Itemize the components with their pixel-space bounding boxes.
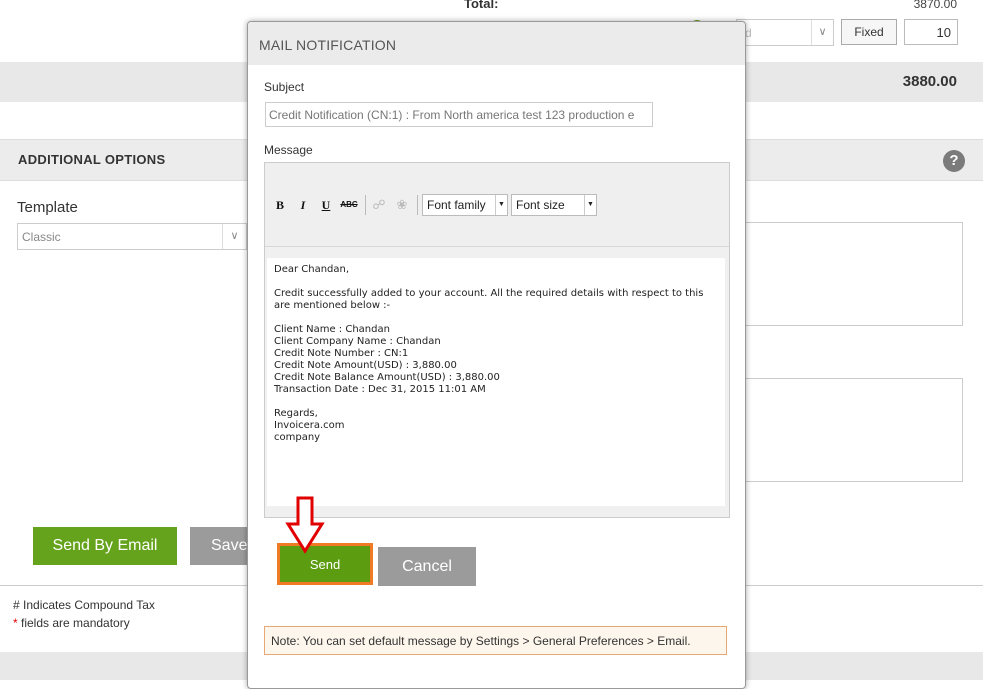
sender-site-line: Invoicera.com — [274, 420, 345, 431]
grand-total-value: 3880.00 — [902, 73, 957, 90]
help-icon[interactable]: ? — [943, 150, 965, 172]
credit-note-balance-line: Credit Note Balance Amount(USD) : 3,880.… — [274, 372, 500, 383]
intro-paragraph: Credit successfully added to your accoun… — [274, 288, 707, 311]
cancel-button[interactable]: Cancel — [378, 547, 476, 586]
mandatory-fields-text: fields are mandatory — [17, 616, 130, 630]
subject-label: Subject — [264, 80, 305, 94]
total-value: 3870.00 — [913, 0, 957, 11]
sender-company-line: company — [274, 432, 321, 443]
toolbar-separator — [365, 195, 366, 215]
credit-note-amount-line: Credit Note Amount(USD) : 3,880.00 — [274, 360, 457, 371]
chevron-down-icon: ▼ — [584, 195, 596, 215]
regards-line: Regards, — [274, 408, 318, 419]
discount-type-value: d — [745, 26, 752, 40]
font-family-label: Font family — [427, 198, 486, 212]
message-body[interactable]: Dear Chandan, Credit successfully added … — [267, 258, 725, 506]
message-label: Message — [264, 143, 313, 157]
font-size-select[interactable]: Font size ▼ — [511, 194, 597, 216]
compound-tax-note: # Indicates Compound Tax — [13, 598, 155, 612]
total-label: Total: — [464, 0, 499, 11]
transaction-date-line: Transaction Date : Dec 31, 2015 11:01 AM — [274, 384, 486, 395]
terms-textarea[interactable] — [745, 378, 963, 482]
discount-amount-input[interactable] — [904, 19, 958, 45]
down-arrow-annotation-icon — [285, 496, 325, 554]
greeting-line: Dear Chandan, — [274, 264, 350, 275]
notes-textarea[interactable] — [745, 222, 963, 326]
credit-note-number-line: Credit Note Number : CN:1 — [274, 348, 409, 359]
editor-toolbar: B I U ABC ☍ ❀ Font family ▼ Font size ▼ — [265, 163, 729, 247]
toolbar-separator — [417, 195, 418, 215]
modal-header: MAIL NOTIFICATION — [248, 22, 745, 65]
message-editor: B I U ABC ☍ ❀ Font family ▼ Font size ▼ … — [264, 162, 730, 518]
font-family-select[interactable]: Font family ▼ — [422, 194, 508, 216]
template-value: Classic — [22, 230, 61, 244]
subject-input[interactable] — [265, 102, 653, 127]
client-company-line: Client Company Name : Chandan — [274, 336, 441, 347]
modal-title: MAIL NOTIFICATION — [259, 37, 397, 53]
discount-type-select[interactable]: d ∨ — [736, 19, 834, 46]
send-by-email-button[interactable]: Send By Email — [33, 527, 177, 565]
unlink-icon[interactable]: ❀ — [393, 196, 411, 214]
chevron-down-icon: ▼ — [495, 195, 507, 215]
font-size-label: Font size — [516, 198, 565, 212]
bold-icon[interactable]: B — [271, 196, 289, 214]
additional-options-title: ADDITIONAL OPTIONS — [18, 152, 166, 167]
template-select[interactable]: Classic ∨ — [17, 223, 247, 250]
template-label: Template — [17, 199, 78, 216]
chevron-down-icon: ∨ — [811, 20, 833, 45]
underline-icon[interactable]: U — [317, 196, 335, 214]
chevron-down-icon: ∨ — [222, 224, 246, 249]
fixed-toggle-button[interactable]: Fixed — [841, 19, 897, 45]
mandatory-fields-note: * fields are mandatory — [13, 616, 130, 630]
client-name-line: Client Name : Chandan — [274, 324, 390, 335]
strikethrough-icon[interactable]: ABC — [338, 196, 360, 214]
mail-notification-modal: MAIL NOTIFICATION Subject Message B I U … — [247, 21, 746, 689]
italic-icon[interactable]: I — [294, 196, 312, 214]
link-icon[interactable]: ☍ — [370, 196, 388, 214]
default-message-note: Note: You can set default message by Set… — [264, 626, 727, 655]
